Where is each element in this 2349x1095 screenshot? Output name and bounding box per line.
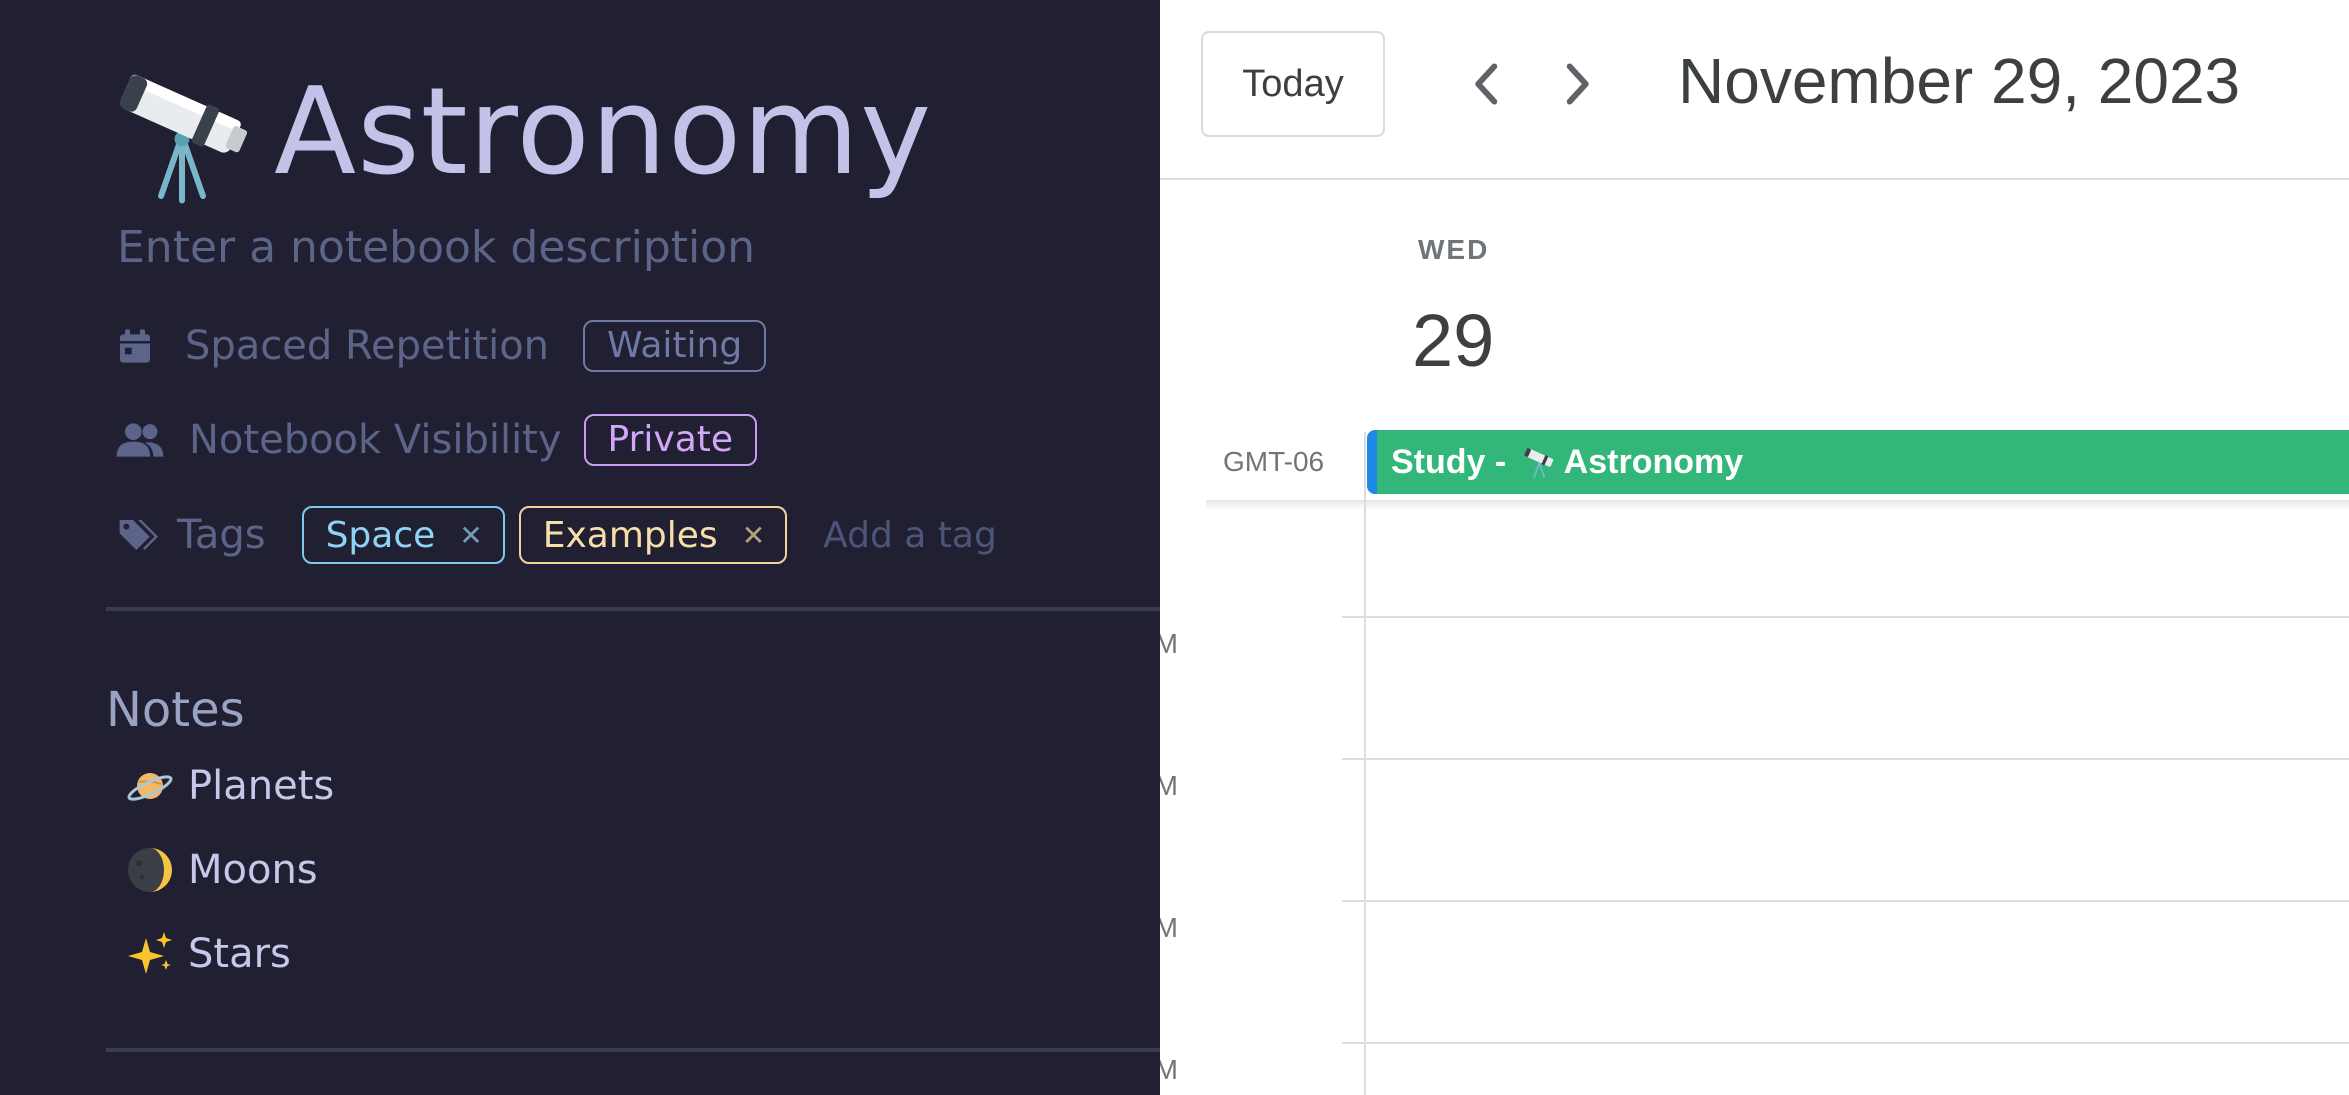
hour-line[interactable]	[1342, 758, 2349, 760]
note-label: Moons	[188, 847, 318, 893]
add-tag-input[interactable]: Add a tag	[823, 515, 997, 556]
tag-label: Space	[325, 514, 436, 556]
tags-icon	[119, 520, 158, 550]
notebook-title[interactable]: Astronomy	[274, 73, 932, 193]
event-prefix: Study -	[1391, 442, 1516, 481]
day-of-week-label: WED	[1418, 234, 1490, 265]
notebook-visibility-badge[interactable]: Private	[583, 414, 758, 466]
hour-line[interactable]	[1342, 1042, 2349, 1044]
remove-tag-icon[interactable]: ✕	[742, 519, 765, 552]
note-label: Planets	[188, 763, 335, 809]
hour-label: 3 AM	[1160, 912, 1178, 943]
calendar-panel: Today November 29, 2023 WED 29 GMT-06 St…	[1160, 0, 2349, 1095]
divider	[106, 607, 1160, 611]
next-day-button[interactable]	[1552, 58, 1602, 110]
hour-label: 4 AM	[1160, 1054, 1178, 1085]
note-item-stars[interactable]: Stars	[126, 930, 291, 978]
header-divider	[1160, 178, 2349, 180]
spaced-repetition-label: Spaced Repetition	[185, 323, 550, 369]
day-column-divider	[1364, 432, 1366, 1095]
previous-day-button[interactable]	[1462, 58, 1512, 110]
event-name: Astronomy	[1563, 442, 1744, 481]
calendar-icon	[120, 329, 150, 363]
hour-label: 2 AM	[1160, 770, 1178, 801]
tag-space[interactable]: Space ✕	[301, 506, 505, 564]
spaced-repetition-row: Spaced Repetition Waiting	[115, 318, 767, 374]
note-label: Stars	[188, 931, 291, 977]
ringed-planet-icon	[127, 773, 173, 801]
tags-label: Tags	[177, 512, 266, 558]
notebook-description-field[interactable]: Enter a notebook description	[117, 222, 755, 273]
calendar-event[interactable]: Study - Astronomy	[1367, 430, 2349, 494]
hour-label: 1 AM	[1160, 628, 1178, 659]
telescope-icon	[1524, 448, 1553, 479]
hour-line[interactable]	[1342, 900, 2349, 902]
calendar-date-title: November 29, 2023	[1678, 45, 2241, 117]
notebook-visibility-label: Notebook Visibility	[189, 417, 562, 463]
tags-row: Tags Space ✕ Examples ✕ Add a tag	[115, 505, 997, 565]
spaced-repetition-status-badge[interactable]: Waiting	[583, 320, 767, 372]
notes-heading: Notes	[106, 682, 245, 738]
notebook-panel: Astronomy Enter a notebook description S…	[0, 0, 1160, 1095]
all-day-divider	[1206, 500, 2349, 510]
note-item-planets[interactable]: Planets	[126, 762, 334, 810]
timezone-label: GMT-06	[1223, 446, 1325, 477]
sparkles-icon	[128, 932, 172, 974]
people-icon	[116, 423, 164, 457]
chevron-right-icon	[1566, 63, 1589, 105]
tag-label: Examples	[542, 514, 718, 556]
telescope-icon[interactable]	[110, 58, 260, 208]
divider	[106, 1048, 1160, 1052]
tag-examples[interactable]: Examples ✕	[518, 506, 788, 564]
hour-line[interactable]	[1342, 616, 2349, 618]
notebook-header: Astronomy	[110, 58, 932, 208]
chevron-left-icon	[1475, 63, 1498, 105]
today-button[interactable]: Today	[1201, 31, 1385, 137]
day-number[interactable]: 29	[1412, 298, 1494, 383]
note-item-moons[interactable]: Moons	[126, 846, 318, 894]
remove-tag-icon[interactable]: ✕	[459, 519, 482, 552]
notebook-visibility-row: Notebook Visibility Private	[115, 412, 758, 468]
crescent-moon-icon	[128, 848, 172, 892]
